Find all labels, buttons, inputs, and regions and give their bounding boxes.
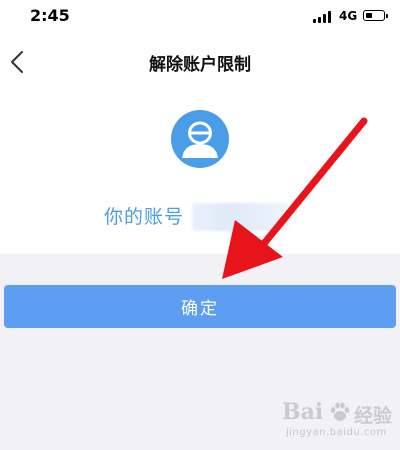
paw-icon: [330, 402, 350, 421]
signal-strength-icon: [313, 11, 333, 23]
account-line: 你的账号: [104, 202, 288, 232]
status-time: 2:45: [30, 6, 70, 25]
network-type: 4G: [339, 9, 358, 23]
battery-icon: [363, 10, 388, 21]
baidu-jingyan-watermark: Bai 经验 jingyan.baidu.com: [282, 395, 394, 445]
battery-level: [365, 12, 372, 18]
account-section: 你的账号: [0, 90, 400, 254]
nav-bar: 解除账户限制: [0, 34, 400, 90]
user-avatar-icon: [171, 110, 229, 168]
watermark-product: 经验: [354, 405, 393, 427]
screen: 2:45 4G 解除账户限制 你的账号 确定 Bai 经验 jingyan.ba…: [0, 0, 400, 450]
watermark-brand: Bai: [282, 399, 324, 425]
page-title: 解除账户限制: [149, 55, 251, 75]
watermark-url: jingyan.baidu.com: [286, 427, 387, 438]
status-bar: 2:45 4G: [0, 0, 400, 34]
account-label: 你的账号: [104, 206, 185, 228]
account-number-redacted: [192, 203, 288, 231]
confirm-button[interactable]: 确定: [4, 285, 396, 328]
